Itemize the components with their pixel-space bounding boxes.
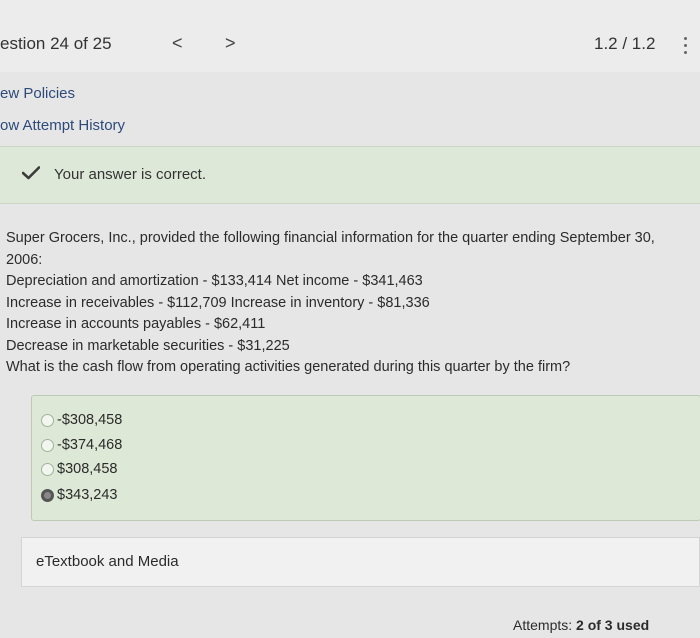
next-question-button[interactable]: > <box>225 33 236 54</box>
answer-options-box: -$308,458 -$374,468 $308,458 $343,243 <box>31 395 700 521</box>
question-line: Depreciation and amortization - $133,414… <box>6 273 423 289</box>
top-bar: estion 24 of 25 < > 1.2 / 1.2 <box>0 0 700 72</box>
feedback-banner: Your answer is correct. <box>0 146 700 204</box>
option-label: -$374,468 <box>57 437 123 453</box>
option-label: -$308,458 <box>57 412 123 428</box>
option-label: $343,243 <box>57 487 118 503</box>
question-counter: estion 24 of 25 <box>0 34 112 53</box>
radio-button[interactable] <box>41 438 54 452</box>
feedback-message: Your answer is correct. <box>54 166 207 183</box>
question-line: 2006: <box>6 251 43 268</box>
question-line: Decrease in marketable securities - $31,… <box>6 337 290 354</box>
etextbook-media-label: eTextbook and Media <box>36 553 179 570</box>
view-policies-link[interactable]: ew Policies <box>0 85 75 102</box>
answer-option-4[interactable]: $343,243 <box>41 484 117 506</box>
attempts-counter: Attempts: 2 of 3 used <box>513 617 649 633</box>
question-line: Increase in receivables - $112,709 Incre… <box>6 294 430 311</box>
checkmark-icon <box>22 166 40 180</box>
radio-button[interactable] <box>41 462 54 476</box>
question-line: What is the cash flow from operating act… <box>6 359 571 375</box>
answer-option-1[interactable]: -$308,458 <box>41 409 122 431</box>
radio-button-selected[interactable] <box>41 488 54 502</box>
more-options-icon[interactable] <box>684 37 688 58</box>
question-line: Increase in accounts payables - $62,411 <box>6 316 266 332</box>
answer-option-3[interactable]: $308,458 <box>41 458 117 480</box>
radio-button[interactable] <box>41 413 54 427</box>
score-display: 1.2 / 1.2 <box>594 34 656 53</box>
etextbook-media-panel[interactable]: eTextbook and Media <box>21 537 700 587</box>
option-label: $308,458 <box>57 461 118 477</box>
show-attempt-history-link[interactable]: ow Attempt History <box>0 117 125 134</box>
question-text: Super Grocers, Inc., provided the follow… <box>6 228 696 379</box>
previous-question-button[interactable]: < <box>172 33 183 54</box>
attempts-value: 2 of 3 used <box>576 617 650 633</box>
attempts-label: Attempts: <box>513 617 573 633</box>
answer-option-2[interactable]: -$374,468 <box>41 434 122 456</box>
question-line: Super Grocers, Inc., provided the follow… <box>6 230 655 246</box>
